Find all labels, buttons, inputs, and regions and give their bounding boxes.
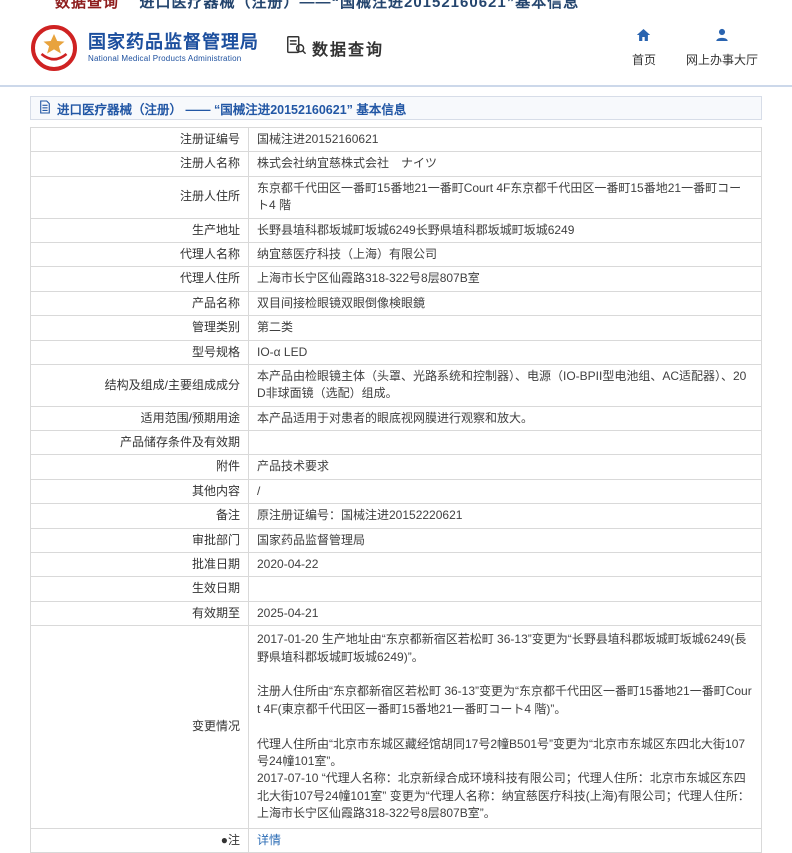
- info-table-body: 注册证编号国械注进20152160621注册人名称株式会社纳宜慈株式会社 ナイツ…: [31, 128, 762, 853]
- field-label: 其他内容: [31, 479, 249, 503]
- table-row: 审批部门国家药品监督管理局: [31, 528, 762, 552]
- field-label: 代理人住所: [31, 267, 249, 291]
- field-value: 2025-04-21: [249, 601, 762, 625]
- field-value: 国械注进20152160621: [249, 128, 762, 152]
- field-value: 原注册证编号：国械注进20152220621: [249, 504, 762, 528]
- table-row: 结构及组成/主要组成成分本产品由检眼镜主体（头罩、光路系统和控制器）、电源（IO…: [31, 364, 762, 406]
- page-title-bar: 进口医疗器械（注册） —— “国械注进20152160621” 基本信息: [30, 96, 762, 120]
- field-label: 变更情况: [31, 626, 249, 828]
- field-label: 注册人住所: [31, 176, 249, 218]
- field-value: 双目间接检眼镜双眼倒像検眼鏡: [249, 291, 762, 315]
- table-row: 批准日期2020-04-22: [31, 553, 762, 577]
- header-nav: 首页 网上办事大厅: [632, 27, 762, 68]
- table-row: 有效期至2025-04-21: [31, 601, 762, 625]
- field-label: 代理人名称: [31, 242, 249, 266]
- site-header: 国家药品监督管理局 National Medical Products Admi…: [0, 9, 792, 87]
- field-label: 生产地址: [31, 218, 249, 242]
- field-label: 审批部门: [31, 528, 249, 552]
- table-row: 生产地址长野县埴科郡坂城町坂城6249长野県埴科郡坂城町坂城6249: [31, 218, 762, 242]
- field-value: 产品技术要求: [249, 455, 762, 479]
- org-name-block: 国家药品监督管理局 National Medical Products Admi…: [88, 32, 259, 64]
- table-row: 其他内容/: [31, 479, 762, 503]
- clipped-top-text-dark: 进口医疗器械（注册）——“国械注进20152160621”基本信息: [139, 0, 579, 9]
- detail-link[interactable]: 详情: [257, 833, 281, 847]
- nav-item-home[interactable]: 首页: [632, 27, 656, 68]
- field-value: /: [249, 479, 762, 503]
- field-label: 生效日期: [31, 577, 249, 601]
- field-value: 株式会社纳宜慈株式会社 ナイツ: [249, 152, 762, 176]
- clipped-top-text-red: 数据查询: [55, 0, 119, 9]
- field-value: 纳宜慈医疗科技（上海）有限公司: [249, 242, 762, 266]
- field-value: 2020-04-22: [249, 553, 762, 577]
- nav-home-label: 首页: [632, 51, 656, 68]
- field-value: 东京都千代田区一番町15番地21一番町Court 4F东京都千代田区一番町15番…: [249, 176, 762, 218]
- clipped-top-text: 数据查询 进口医疗器械（注册）——“国械注进20152160621”基本信息: [0, 0, 792, 9]
- field-label: 管理类别: [31, 316, 249, 340]
- field-label: 有效期至: [31, 601, 249, 625]
- field-label: 产品名称: [31, 291, 249, 315]
- nav-hall-label: 网上办事大厅: [686, 51, 758, 68]
- table-row: 注册人住所东京都千代田区一番町15番地21一番町Court 4F东京都千代田区一…: [31, 176, 762, 218]
- table-row: 附件产品技术要求: [31, 455, 762, 479]
- field-label: 备注: [31, 504, 249, 528]
- table-row: 产品名称双目间接检眼镜双眼倒像検眼鏡: [31, 291, 762, 315]
- org-name-cn: 国家药品监督管理局: [88, 32, 259, 53]
- field-label: 注册人名称: [31, 152, 249, 176]
- field-value: 上海市长宁区仙霞路318-322号8层807B室: [249, 267, 762, 291]
- field-label: 产品储存条件及有效期: [31, 431, 249, 455]
- data-query-icon: [285, 34, 307, 61]
- table-row: ●注详情: [31, 828, 762, 852]
- field-label: 注册证编号: [31, 128, 249, 152]
- table-row: 代理人名称纳宜慈医疗科技（上海）有限公司: [31, 242, 762, 266]
- table-row: 代理人住所上海市长宁区仙霞路318-322号8层807B室: [31, 267, 762, 291]
- field-value: 本产品由检眼镜主体（头罩、光路系统和控制器）、电源（IO-BPII型电池组、AC…: [249, 364, 762, 406]
- field-label: 批准日期: [31, 553, 249, 577]
- field-label: 结构及组成/主要组成成分: [31, 364, 249, 406]
- document-icon: [39, 100, 51, 117]
- table-row: 产品储存条件及有效期: [31, 431, 762, 455]
- home-icon: [635, 27, 652, 48]
- field-value: 国家药品监督管理局: [249, 528, 762, 552]
- field-value: 本产品适用于对患者的眼底视网膜进行观察和放大。: [249, 406, 762, 430]
- field-value: [249, 431, 762, 455]
- data-query-label: 数据查询: [312, 36, 384, 60]
- table-row: 管理类别第二类: [31, 316, 762, 340]
- field-value: 详情: [249, 828, 762, 852]
- main-content: 进口医疗器械（注册） —— “国械注进20152160621” 基本信息 注册证…: [30, 96, 762, 853]
- user-icon: [714, 27, 730, 48]
- table-row: 注册证编号国械注进20152160621: [31, 128, 762, 152]
- table-row: 适用范围/预期用途本产品适用于对患者的眼底视网膜进行观察和放大。: [31, 406, 762, 430]
- table-row: 变更情况2017-01-20 生产地址由“东京都新宿区若松町 36-13”变更为…: [31, 626, 762, 828]
- registration-info-table: 注册证编号国械注进20152160621注册人名称株式会社纳宜慈株式会社 ナイツ…: [30, 127, 762, 853]
- page-title: 进口医疗器械（注册） —— “国械注进20152160621” 基本信息: [57, 99, 406, 118]
- table-row: 备注原注册证编号：国械注进20152220621: [31, 504, 762, 528]
- nmpa-logo: [30, 24, 78, 72]
- field-label: 适用范围/预期用途: [31, 406, 249, 430]
- field-value: 长野县埴科郡坂城町坂城6249长野県埴科郡坂城町坂城6249: [249, 218, 762, 242]
- field-label: 型号规格: [31, 340, 249, 364]
- table-row: 注册人名称株式会社纳宜慈株式会社 ナイツ: [31, 152, 762, 176]
- field-label: ●注: [31, 828, 249, 852]
- table-row: 型号规格IO-α LED: [31, 340, 762, 364]
- field-value: 第二类: [249, 316, 762, 340]
- field-label: 附件: [31, 455, 249, 479]
- field-value: IO-α LED: [249, 340, 762, 364]
- org-name-en: National Medical Products Administration: [88, 54, 259, 63]
- field-value: 2017-01-20 生产地址由“东京都新宿区若松町 36-13”变更为“长野县…: [249, 626, 762, 828]
- field-value: [249, 577, 762, 601]
- nav-item-service-hall[interactable]: 网上办事大厅: [686, 27, 758, 68]
- table-row: 生效日期: [31, 577, 762, 601]
- data-query-section[interactable]: 数据查询: [285, 34, 384, 61]
